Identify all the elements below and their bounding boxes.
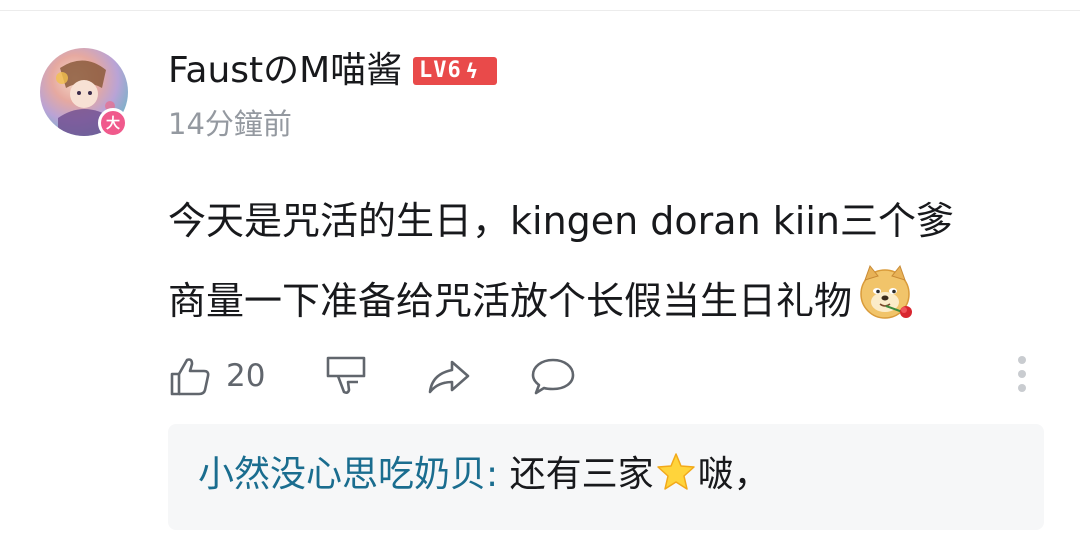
share-button[interactable] — [426, 348, 472, 404]
doge-rose-emoji — [856, 262, 916, 322]
like-button[interactable]: 20 — [168, 348, 265, 404]
avatar-badge: 大 — [98, 108, 128, 138]
reply-preview[interactable]: 小然没心思吃奶贝: 还有三家 啵， — [168, 424, 1044, 530]
reply-text-after: 啵， — [697, 454, 770, 495]
action-bar: 20 — [168, 348, 1048, 404]
reply-button[interactable] — [530, 348, 576, 404]
reply-item: 小然没心思吃奶贝: 还有三家 啵， — [198, 450, 770, 500]
comment-text: 今天是咒活的生日，kingen doran kiin三个爹 商量一下准备给咒活放… — [168, 181, 1048, 341]
level-badge: LV6 ϟ — [413, 57, 497, 85]
reply-username[interactable]: 小然没心思吃奶贝 — [198, 454, 486, 495]
comment-line: 商量一下准备给咒活放个长假当生日礼物 — [168, 261, 1048, 341]
reply-text-before: 还有三家 — [498, 454, 654, 495]
comment-line: 今天是咒活的生日，kingen doran kiin三个爹 — [168, 199, 954, 243]
share-icon — [428, 360, 470, 394]
more-vertical-icon — [1018, 356, 1026, 392]
comment-bubble-icon — [531, 358, 575, 395]
dislike-button[interactable] — [324, 348, 368, 404]
top-divider — [0, 10, 1080, 11]
timestamp: 14分鐘前 — [168, 107, 292, 141]
username[interactable]: FaustのM喵酱 — [168, 49, 402, 93]
lightning-icon: ϟ — [465, 59, 479, 83]
thumbs-down-icon — [326, 356, 366, 394]
avatar[interactable]: 大 — [40, 48, 128, 138]
star-emoji — [656, 452, 696, 492]
more-options-button[interactable] — [1010, 354, 1034, 396]
thumbs-up-icon — [170, 358, 210, 396]
reply-colon: : — [486, 454, 499, 495]
like-count: 20 — [226, 358, 266, 394]
comment-line-text: 商量一下准备给咒活放个长假当生日礼物 — [168, 279, 853, 323]
level-label: LV6 — [419, 58, 462, 83]
